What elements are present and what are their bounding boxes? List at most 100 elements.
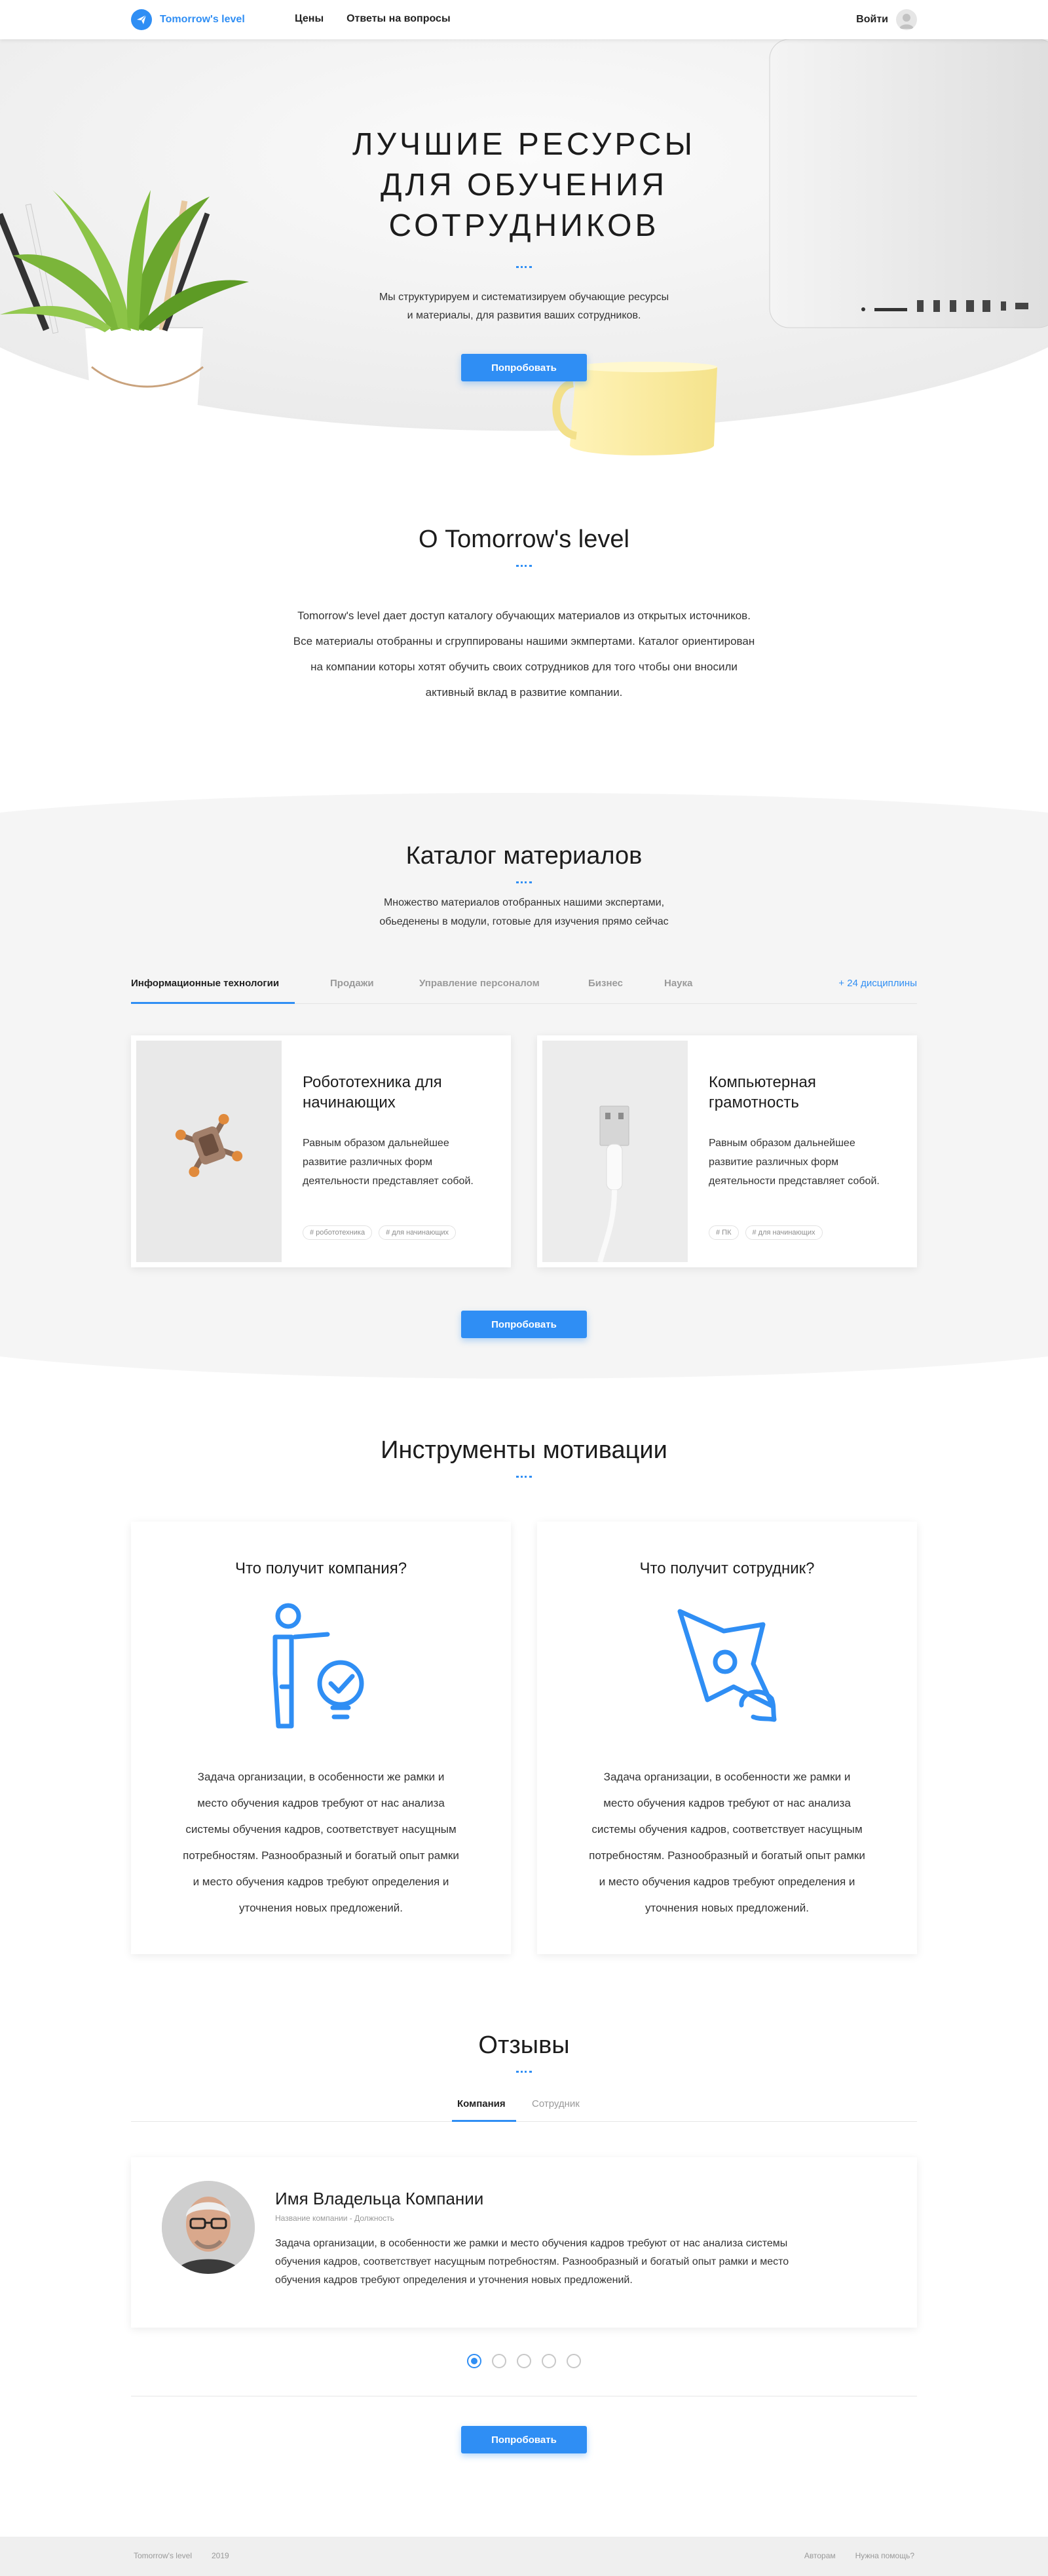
motivation-card-text: Задача организации, в особенности же рам… [567, 1764, 888, 1921]
active-tab-indicator [131, 1002, 295, 1004]
card-title-line: Робототехника для [303, 1073, 442, 1091]
review-text-line: обучения кадров, соответствует насущным … [275, 2256, 789, 2267]
card-title: Компьютерная грамотность [709, 1072, 899, 1113]
card-text-line: деятельности представляет собой. [709, 1176, 880, 1187]
tab-it[interactable]: Информационные технологии [131, 978, 279, 989]
catalog-card[interactable]: Робототехника для начинающих Равным обра… [131, 1035, 511, 1267]
reviews-title-divider [516, 2071, 532, 2073]
card-text-line: Равным образом дальнейшее [303, 1138, 449, 1149]
footer-brand: Tomorrow's level [134, 2551, 192, 2560]
motivation-text-line: системы обучения кадров, соответствует н… [185, 1823, 457, 1836]
usb-cable-image [542, 1041, 688, 1262]
login-link[interactable]: Войти [856, 14, 888, 26]
about-title: О Tomorrow's level [419, 526, 629, 553]
tab-sales[interactable]: Продажи [330, 978, 374, 989]
catalog-subtitle: Множество материалов отобранных нашими э… [0, 893, 1048, 931]
card-text-line: Равным образом дальнейшее [709, 1138, 855, 1149]
card-tags: # робототехника # для начинающих [303, 1225, 457, 1240]
hero-title-divider [516, 266, 532, 268]
tab-hr[interactable]: Управление персоналом [419, 978, 540, 989]
review-card: Имя Владельца Компании Название компании… [131, 2157, 917, 2328]
motivation-title-divider [516, 1476, 532, 1478]
motivation-text-line: и место обучения кадров требуют определе… [599, 1875, 855, 1888]
motivation-title: Инструменты мотивации [381, 1436, 667, 1464]
hero-subtitle: Мы структурируем и систематизируем обуча… [0, 288, 1048, 325]
motivation-card-employee: Что получит сотрудник? Задача организаци… [537, 1522, 917, 1954]
card-title-line: Компьютерная [709, 1073, 816, 1091]
logo[interactable]: Tomorrow's level [131, 9, 245, 30]
more-disciplines-link[interactable]: + 24 дисциплины [838, 978, 917, 989]
tab-employee[interactable]: Сотрудник [532, 2098, 580, 2109]
motivation-text-line: потребностям. Разнообразный и богатый оп… [589, 1849, 865, 1862]
tag[interactable]: # робототехника [303, 1225, 373, 1240]
reviews-try-button[interactable]: Попробовать [461, 2426, 587, 2453]
review-pagination [0, 2354, 1048, 2368]
footer-link-authors[interactable]: Авторам [804, 2551, 836, 2560]
hero-try-button[interactable]: Попробовать [461, 354, 587, 381]
motivation-text-line: уточнения новых предложений. [239, 1902, 403, 1914]
reviewer-role: Название компании - Должность [275, 2214, 394, 2223]
tab-company[interactable]: Компания [457, 2098, 506, 2109]
about-text-line: на компании которы хотят обучить своих с… [310, 661, 738, 673]
reviews-tabs: Компания Сотрудник [131, 2092, 917, 2122]
active-review-tab-indicator [452, 2120, 516, 2122]
card-tags: # ПК # для начинающих [709, 1225, 823, 1240]
nav-link-prices[interactable]: Цены [295, 13, 324, 25]
pagination-dot[interactable] [467, 2354, 481, 2368]
logo-text: Tomorrow's level [160, 14, 245, 25]
motivation-text-line: место обучения кадров требуют от нас ана… [603, 1797, 851, 1809]
hero-background-illustration [0, 39, 1048, 455]
pagination-dot[interactable] [492, 2354, 506, 2368]
tab-science[interactable]: Наука [664, 978, 692, 989]
main-nav: Цены Ответы на вопросы [295, 13, 451, 25]
card-text-line: развитие различных форм [303, 1157, 433, 1168]
nav-link-faq[interactable]: Ответы на вопросы [346, 13, 451, 25]
catalog-subtitle-line: обьеденены в модули, готовые для изучени… [379, 916, 669, 927]
user-avatar-icon[interactable] [896, 9, 917, 30]
tab-business[interactable]: Бизнес [588, 978, 623, 989]
card-text-line: деятельности представляет собой. [303, 1176, 474, 1187]
footer-link-help[interactable]: Нужна помощь? [855, 2551, 914, 2560]
about-title-divider [516, 565, 532, 567]
robotics-drone-image [136, 1041, 282, 1262]
catalog-title: Каталог материалов [405, 842, 643, 870]
motivation-text-line: место обучения кадров требуют от нас ана… [197, 1797, 445, 1809]
person-idea-icon [272, 1603, 364, 1729]
rocket-icon [677, 1609, 777, 1722]
tag[interactable]: # для начинающих [745, 1225, 823, 1240]
catalog-card[interactable]: Компьютерная грамотность Равным образом … [537, 1035, 917, 1267]
paper-plane-icon [131, 9, 152, 30]
review-text-line: обучения кадров требуют определения и ут… [275, 2275, 633, 2286]
tag[interactable]: # для начинающих [379, 1225, 457, 1240]
reviewer-name: Имя Владельца Компании [275, 2189, 484, 2208]
motivation-text-line: Задача организации, в особенности же рам… [603, 1771, 851, 1783]
hero-section: ЛУЧШИЕ РЕСУРСЫ ДЛЯ ОБУЧЕНИЯ СОТРУДНИКОВ … [0, 39, 1048, 459]
motivation-card-heading: Что получит сотрудник? [639, 1560, 815, 1577]
motivation-text-line: уточнения новых предложений. [645, 1902, 809, 1914]
catalog-try-button[interactable]: Попробовать [461, 1311, 587, 1338]
reviewer-avatar [162, 2181, 255, 2274]
pagination-dot[interactable] [517, 2354, 531, 2368]
motivation-card-company: Что получит компания? Задача организации… [131, 1522, 511, 1954]
card-title: Робототехника для начинающих [303, 1072, 493, 1113]
review-text-line: Задача организации, в особенности же рам… [275, 2238, 788, 2249]
card-text-line: развитие различных форм [709, 1157, 839, 1168]
hero-title-line: ДЛЯ ОБУЧЕНИЯ [380, 168, 668, 202]
about-text-line: активный вклад в развитие компании. [425, 686, 623, 699]
motivation-card-text: Задача организации, в особенности же рам… [160, 1764, 481, 1921]
footer-year: 2019 [211, 2551, 229, 2560]
catalog-subtitle-line: Множество материалов отобранных нашими э… [383, 897, 665, 908]
motivation-text-line: потребностям. Разнообразный и богатый оп… [183, 1849, 459, 1862]
motivation-text-line: и место обучения кадров требуют определе… [193, 1875, 449, 1888]
tag[interactable]: # ПК [709, 1225, 739, 1240]
pagination-dot[interactable] [542, 2354, 556, 2368]
reviews-title: Отзывы [478, 2031, 570, 2059]
motivation-text-line: Задача организации, в особенности же рам… [197, 1771, 445, 1783]
about-text-line: Tomorrow's level дает доступ каталогу об… [297, 609, 751, 622]
top-navigation-bar: Tomorrow's level Цены Ответы на вопросы … [0, 0, 1048, 39]
login-area[interactable]: Войти [856, 9, 917, 30]
card-title-line: начинающих [303, 1094, 396, 1111]
footer: Tomorrow's level 2019 Авторам Нужна помо… [0, 2537, 1048, 2576]
pagination-dot[interactable] [567, 2354, 581, 2368]
hero-title-line: СОТРУДНИКОВ [388, 208, 660, 243]
